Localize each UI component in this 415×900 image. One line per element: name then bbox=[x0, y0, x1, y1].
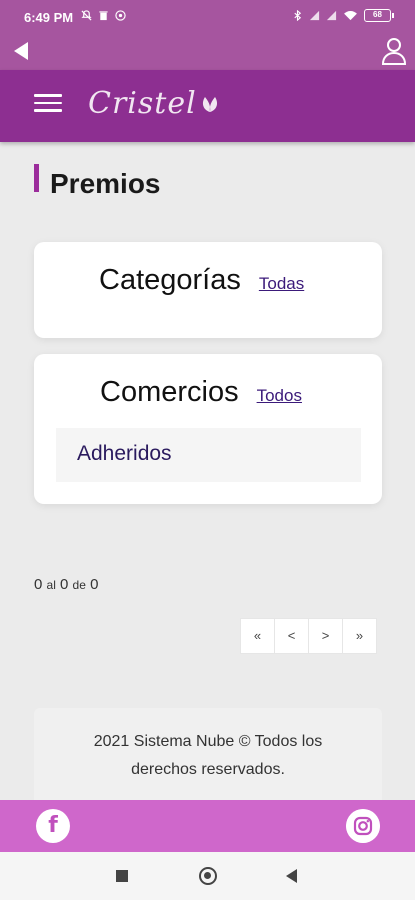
categories-all-link[interactable]: Todas bbox=[259, 274, 304, 294]
commerces-card: Comercios Todos Adheridos bbox=[34, 354, 382, 504]
categories-title: Categorías bbox=[99, 264, 241, 296]
commerces-title: Comercios bbox=[100, 376, 239, 408]
top-bar bbox=[0, 32, 415, 70]
signal-icon bbox=[326, 10, 337, 21]
prev-page-button[interactable]: < bbox=[274, 618, 309, 654]
facebook-icon[interactable]: f bbox=[36, 809, 70, 843]
trash-icon bbox=[99, 11, 108, 21]
last-page-button[interactable]: » bbox=[342, 618, 377, 654]
sync-icon bbox=[115, 10, 126, 21]
app-header: Cristel bbox=[0, 70, 415, 142]
status-time: 6:49 PM bbox=[24, 10, 74, 25]
page-title-wrap: Premios bbox=[34, 164, 161, 200]
social-bar: f bbox=[0, 800, 415, 852]
logo-text: Cristel bbox=[88, 86, 197, 121]
leaf-icon bbox=[202, 96, 217, 112]
hamburger-icon[interactable] bbox=[34, 94, 62, 116]
system-back-icon[interactable] bbox=[286, 869, 297, 883]
next-page-button[interactable]: > bbox=[308, 618, 343, 654]
user-icon[interactable] bbox=[381, 36, 407, 66]
pagination-info: 0 al 0 de 0 bbox=[34, 576, 99, 593]
back-arrow-icon[interactable] bbox=[10, 39, 34, 63]
battery-icon: 68 bbox=[364, 9, 394, 22]
system-nav-bar bbox=[0, 852, 415, 900]
home-icon[interactable] bbox=[199, 867, 217, 885]
silent-icon bbox=[81, 10, 92, 21]
page-title: Premios bbox=[50, 168, 161, 199]
commerces-all-link[interactable]: Todos bbox=[257, 386, 302, 406]
wifi-icon bbox=[344, 11, 357, 21]
title-accent-bar bbox=[34, 164, 39, 192]
bluetooth-icon bbox=[294, 10, 302, 21]
signal-icon bbox=[309, 10, 320, 21]
first-page-button[interactable]: « bbox=[240, 618, 275, 654]
categories-card: Categorías Todas bbox=[34, 242, 382, 338]
app-logo: Cristel bbox=[88, 86, 221, 121]
footer: 2021 Sistema Nube © Todos los derechos r… bbox=[34, 708, 382, 800]
pagination: « < > » bbox=[240, 618, 377, 654]
status-bar: 6:49 PM 68 bbox=[0, 0, 415, 32]
footer-text: 2021 Sistema Nube © Todos los derechos r… bbox=[93, 733, 323, 778]
recents-icon[interactable] bbox=[116, 870, 128, 882]
instagram-icon[interactable] bbox=[346, 809, 380, 843]
commerce-item-adheridos[interactable]: Adheridos bbox=[56, 428, 361, 482]
